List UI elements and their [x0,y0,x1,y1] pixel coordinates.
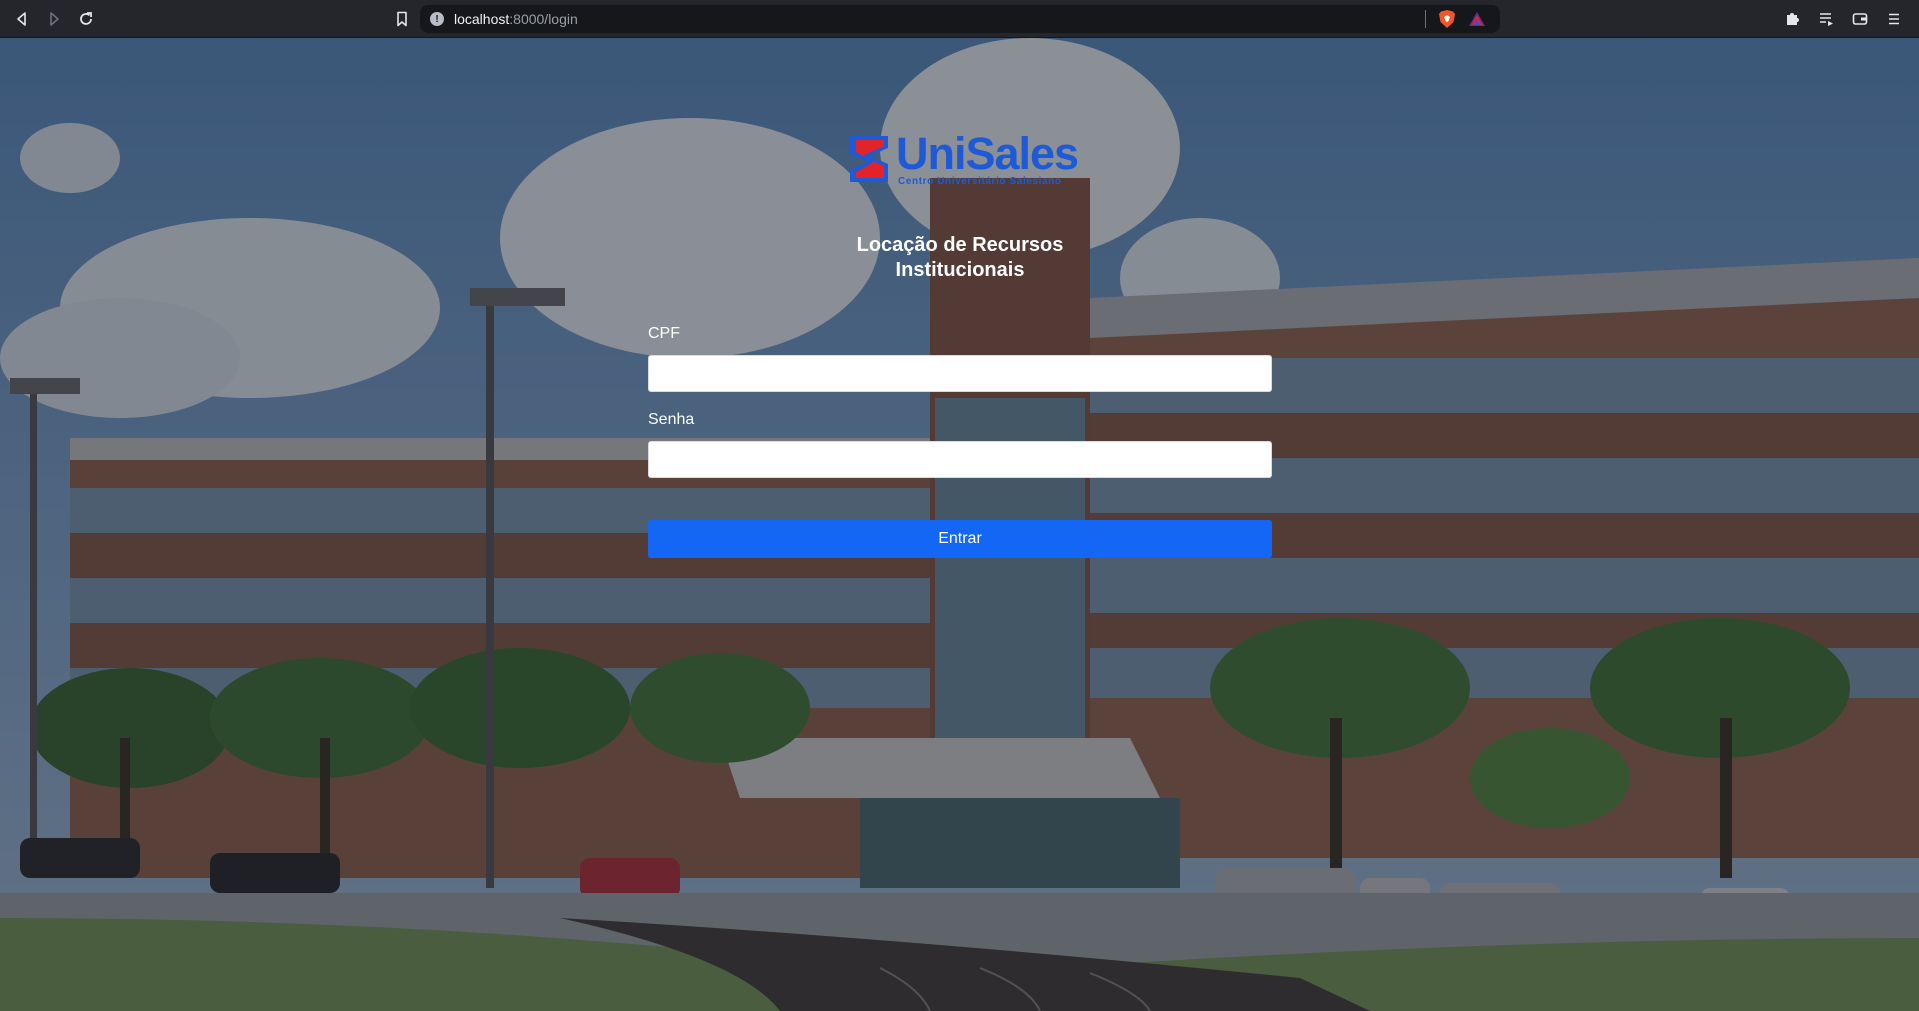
reload-button[interactable] [70,3,102,35]
divider [1425,10,1426,28]
password-label: Senha [648,411,695,428]
menu-button[interactable] [1879,3,1909,35]
back-button[interactable] [6,3,38,35]
page-title-line-2: Institucionais [895,259,1025,281]
url-path: :8000/login [509,11,578,27]
wallet-button[interactable] [1845,3,1875,35]
bookmark-button[interactable] [386,3,418,35]
unisales-logo-mark [850,136,888,182]
logo-subtitle: Centro Universitário Salesiano [898,176,1062,187]
reload-icon [80,11,92,25]
forward-button[interactable] [38,3,70,35]
back-icon [17,11,26,26]
address-bar[interactable]: ! localhost:8000/login [420,5,1500,33]
playlist-icon [1820,13,1833,26]
playlist-button[interactable] [1811,3,1841,35]
wallet-icon [1852,13,1868,25]
browser-tools [1777,3,1909,35]
brave-rewards-icon[interactable] [1468,10,1486,28]
url-host: localhost [454,11,510,27]
unisales-logo: UniSales Centro Universitário Salesiano [848,128,1079,192]
brave-shields-icon[interactable] [1438,9,1456,29]
forward-icon [50,11,59,26]
password-input[interactable] [648,441,1272,478]
page-title: Locação de Recursos Institucionais [648,233,1272,283]
logo-wordmark: UniSales [896,128,1079,179]
page-title-line-1: Locação de Recursos [856,234,1064,256]
address-bar-actions [1425,9,1486,29]
hamburger-icon [1889,13,1899,25]
puzzle-icon [1787,13,1799,25]
site-info-icon[interactable]: ! [430,12,444,26]
browser-toolbar: ! localhost:8000/login [0,0,1919,38]
bookmark-icon [397,11,407,27]
login-page: UniSales Centro Universitário Salesiano … [0,38,1919,1011]
extensions-button[interactable] [1777,3,1807,35]
cpf-input[interactable] [648,355,1272,392]
login-button[interactable]: Entrar [648,520,1272,558]
cpf-label: CPF [648,325,680,342]
